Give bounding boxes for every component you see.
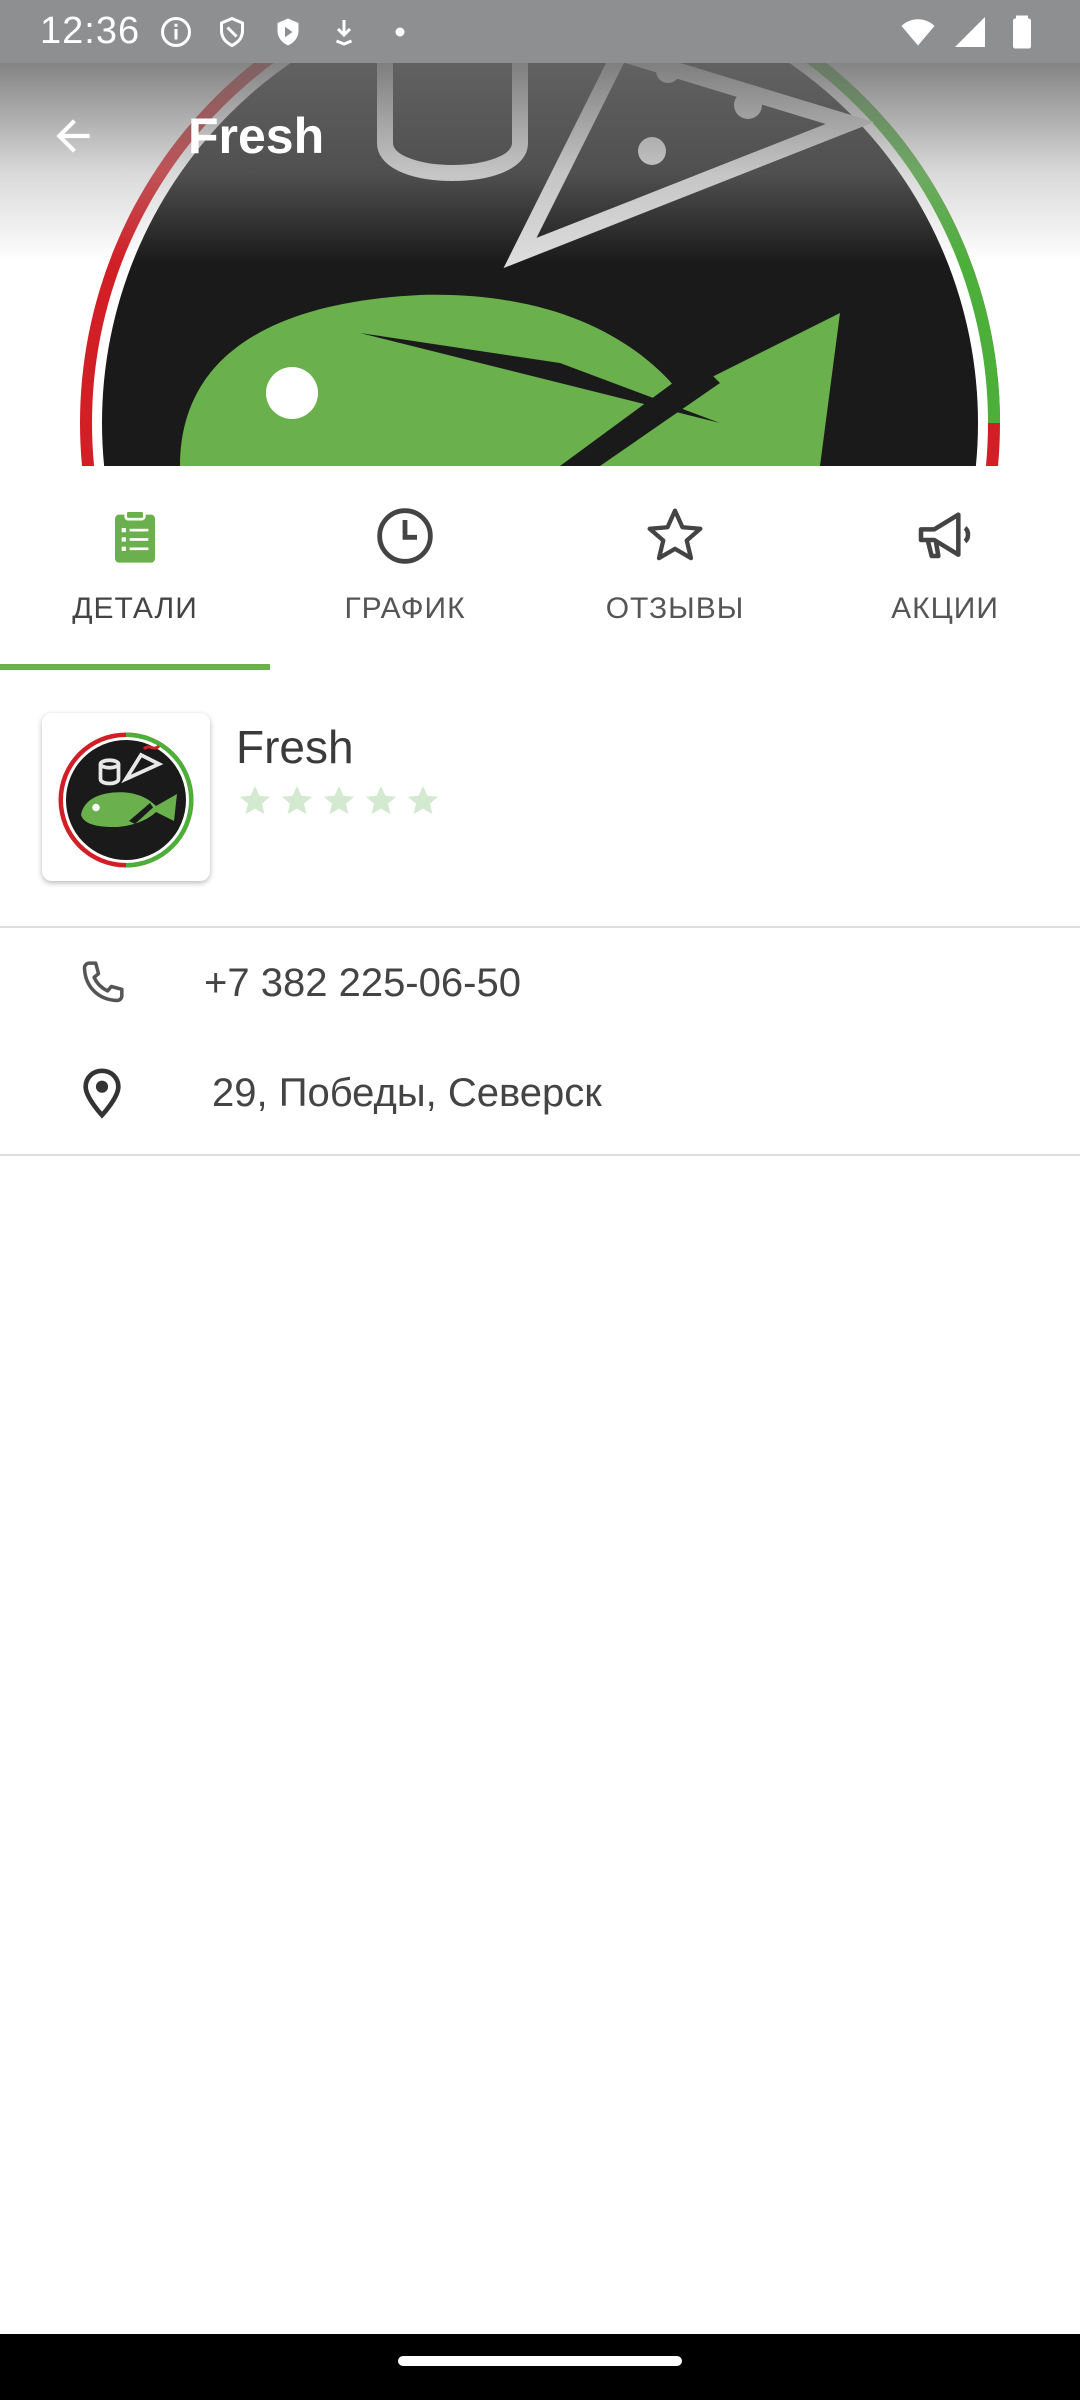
- star-empty-icon: [323, 785, 355, 815]
- dot-icon: [395, 27, 405, 36]
- tab-details[interactable]: ДЕТАЛИ: [0, 466, 270, 670]
- star-icon: [647, 508, 703, 561]
- app-bar: Fresh: [0, 63, 1080, 209]
- signal-icon: [955, 16, 985, 47]
- status-bar: 12:36: [0, 0, 1080, 63]
- tab-label: ОТЗЫВЫ: [605, 592, 745, 625]
- arrow-back-icon: [56, 119, 90, 153]
- rating-stars: [236, 782, 442, 820]
- tab-promotions[interactable]: АКЦИИ: [810, 466, 1080, 670]
- address-row[interactable]: 29, Победы, Северск: [0, 1038, 1080, 1148]
- star-empty-icon: [407, 785, 439, 815]
- shop-info: Fresh: [0, 670, 1080, 928]
- back-button[interactable]: [0, 63, 146, 209]
- tab-schedule[interactable]: ГРАФИК: [270, 466, 540, 670]
- shop-logo: [42, 713, 210, 881]
- shield-icon: [220, 16, 245, 47]
- home-gesture-handle[interactable]: [398, 2356, 682, 2366]
- star-empty-icon: [239, 785, 271, 815]
- clock-icon: [377, 508, 433, 564]
- phone-row[interactable]: +7 382 225-06-50: [0, 928, 1080, 1038]
- status-left-icons: [158, 14, 418, 50]
- star-empty-icon: [365, 785, 397, 815]
- phone-icon: [82, 961, 124, 1003]
- fresh-logo-image: [58, 732, 194, 868]
- wifi-icon: [901, 18, 935, 45]
- tab-label: ДЕТАЛИ: [72, 592, 198, 625]
- star-empty-icon: [281, 785, 313, 815]
- system-nav-bar: [0, 2334, 1080, 2400]
- app-title: Fresh: [188, 108, 325, 164]
- download-icon: [336, 19, 353, 46]
- play-protect-icon: [277, 18, 299, 45]
- location-pin-icon: [83, 1068, 121, 1119]
- tab-label: АКЦИИ: [891, 592, 999, 625]
- megaphone-icon: [918, 512, 971, 559]
- battery-icon: [1013, 15, 1031, 48]
- address-text[interactable]: 29, Победы, Северск: [212, 1071, 602, 1116]
- shop-name: Fresh: [236, 721, 354, 773]
- tab-bar: ДЕТАЛИ ГРАФИК ОТЗЫВЫ АКЦИИ: [0, 466, 1080, 670]
- status-time: 12:36: [40, 10, 141, 52]
- phone-number[interactable]: +7 382 225-06-50: [204, 961, 521, 1006]
- clipboard-icon: [115, 509, 155, 563]
- info-icon: [161, 16, 192, 47]
- tab-reviews[interactable]: ОТЗЫВЫ: [540, 466, 810, 670]
- status-right-icons: [900, 14, 1040, 50]
- tab-label: ГРАФИК: [344, 592, 466, 625]
- contacts: +7 382 225-06-50 29, Победы, Северск: [0, 928, 1080, 1156]
